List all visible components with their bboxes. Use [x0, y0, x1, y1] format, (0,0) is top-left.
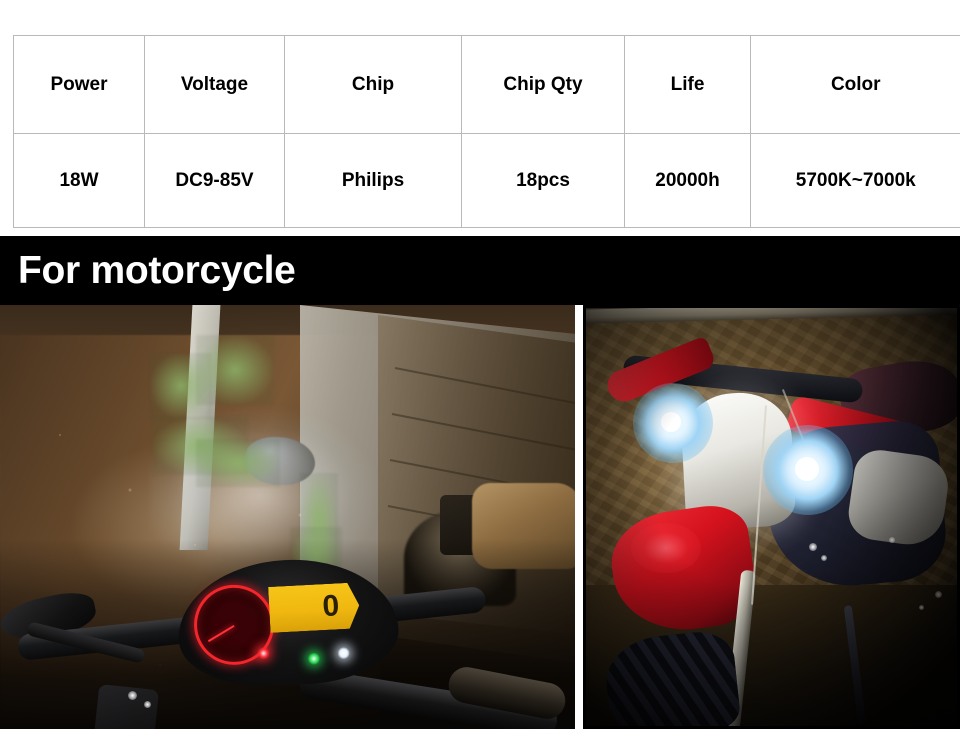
night-road-beam-photo: 0	[0, 305, 575, 729]
speed-lcd-display: 0	[268, 582, 360, 633]
dirtbike-scene	[583, 305, 960, 729]
switch-highlight	[128, 691, 137, 700]
table-cell-chip: Philips	[284, 133, 462, 228]
table-cell-color: 5700K~7000k	[750, 133, 960, 228]
table-header-life: Life	[624, 35, 751, 134]
table-header-color: Color	[750, 35, 960, 134]
red-dirtbike-leds-photo	[583, 305, 960, 729]
specification-table: Power Voltage Chip Chip Qty Life Color 1…	[13, 35, 960, 228]
table-cell-voltage: DC9-85V	[144, 133, 285, 228]
speed-value: 0	[321, 589, 341, 624]
section-banner: For motorcycle	[0, 236, 960, 305]
table-header-voltage: Voltage	[144, 35, 285, 134]
product-detail-page: Power Voltage Chip Chip Qty Life Color 1…	[0, 0, 960, 735]
indicator-light-red	[257, 647, 270, 660]
table-cell-power: 18W	[13, 133, 145, 228]
table-header-chip-qty: Chip Qty	[461, 35, 625, 134]
table-header-power: Power	[13, 35, 145, 134]
banner-title: For motorcycle	[18, 249, 296, 292]
bottom-margin	[0, 729, 960, 735]
photo-vignette	[583, 305, 960, 729]
photo-gallery: 0	[0, 305, 960, 729]
table-header-chip: Chip	[284, 35, 462, 134]
table-row: 18W DC9-85V Philips 18pcs 20000h 5700K~7…	[13, 133, 960, 228]
tachometer-needle	[207, 624, 235, 643]
specification-table-container: Power Voltage Chip Chip Qty Life Color 1…	[13, 35, 960, 228]
night-road-scene: 0	[0, 305, 575, 729]
switch-highlight	[144, 701, 151, 708]
table-cell-life: 20000h	[624, 133, 751, 228]
table-cell-chip-qty: 18pcs	[461, 133, 625, 228]
indicator-light-white	[337, 646, 350, 660]
table-header-row: Power Voltage Chip Chip Qty Life Color	[13, 35, 960, 134]
indicator-light-green	[307, 652, 321, 665]
